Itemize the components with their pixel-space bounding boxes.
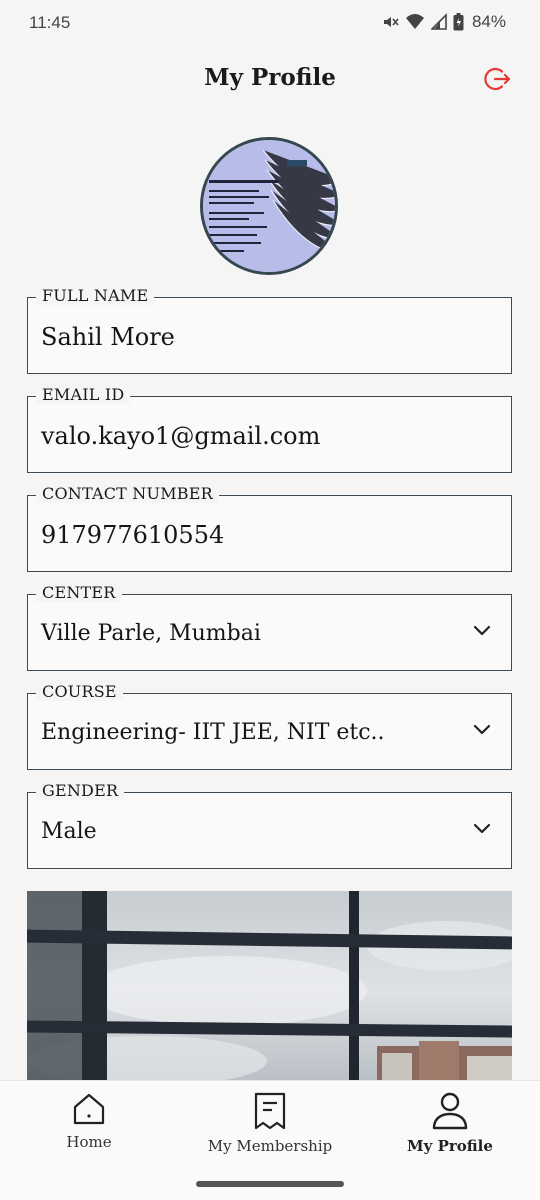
nav-home[interactable]: Home bbox=[49, 1081, 129, 1171]
page-title: My Profile bbox=[204, 64, 336, 91]
status-icons: 84% bbox=[381, 12, 506, 32]
status-time: 11:45 bbox=[29, 13, 71, 32]
email-value: valo.kayo1@gmail.com bbox=[41, 422, 321, 450]
nav-my-membership[interactable]: My Membership bbox=[205, 1081, 335, 1171]
battery-level: 84% bbox=[471, 12, 506, 31]
profile-photo bbox=[203, 140, 335, 272]
email-label: EMAIL ID bbox=[36, 385, 131, 404]
nav-my-profile-label: My Profile bbox=[407, 1137, 493, 1155]
person-icon bbox=[432, 1092, 468, 1130]
app-header: My Profile bbox=[0, 56, 540, 102]
center-value: Ville Parle, Mumbai bbox=[41, 621, 261, 646]
gender-label: GENDER bbox=[36, 781, 125, 800]
wifi-icon bbox=[405, 14, 424, 29]
battery-icon bbox=[453, 13, 464, 31]
course-label: COURSE bbox=[36, 682, 123, 701]
profile-avatar[interactable] bbox=[200, 137, 338, 275]
home-indicator[interactable] bbox=[196, 1181, 344, 1187]
contact-number-field[interactable]: CONTACT NUMBER 917977610554 bbox=[27, 484, 512, 572]
chevron-down-icon bbox=[473, 625, 491, 636]
gender-select[interactable]: GENDER Male bbox=[27, 781, 512, 869]
full-name-label: FULL NAME bbox=[36, 286, 155, 305]
center-select[interactable]: CENTER Ville Parle, Mumbai bbox=[27, 583, 512, 671]
nav-my-membership-label: My Membership bbox=[207, 1137, 333, 1155]
full-name-field[interactable]: FULL NAME Sahil More bbox=[27, 286, 512, 374]
logout-button[interactable] bbox=[482, 64, 512, 94]
nav-my-profile[interactable]: My Profile bbox=[400, 1081, 500, 1171]
home-icon bbox=[73, 1093, 105, 1125]
signal-icon bbox=[430, 13, 447, 30]
email-field[interactable]: EMAIL ID valo.kayo1@gmail.com bbox=[27, 385, 512, 473]
nav-home-label: Home bbox=[66, 1133, 112, 1151]
mute-icon bbox=[383, 17, 399, 27]
full-name-value: Sahil More bbox=[41, 323, 175, 351]
course-select[interactable]: COURSE Engineering- IIT JEE, NIT etc.. bbox=[27, 682, 512, 770]
uploaded-photo bbox=[27, 891, 512, 1091]
contact-number-value: 917977610554 bbox=[41, 521, 225, 549]
logout-icon bbox=[484, 67, 511, 91]
contact-number-label: CONTACT NUMBER bbox=[36, 484, 219, 503]
center-label: CENTER bbox=[36, 583, 122, 602]
gender-value: Male bbox=[41, 819, 97, 844]
chevron-down-icon bbox=[473, 724, 491, 735]
course-value: Engineering- IIT JEE, NIT etc.. bbox=[41, 720, 385, 745]
status-bar: 11:45 84% bbox=[0, 0, 540, 46]
receipt-icon bbox=[254, 1092, 286, 1130]
chevron-down-icon bbox=[473, 823, 491, 834]
